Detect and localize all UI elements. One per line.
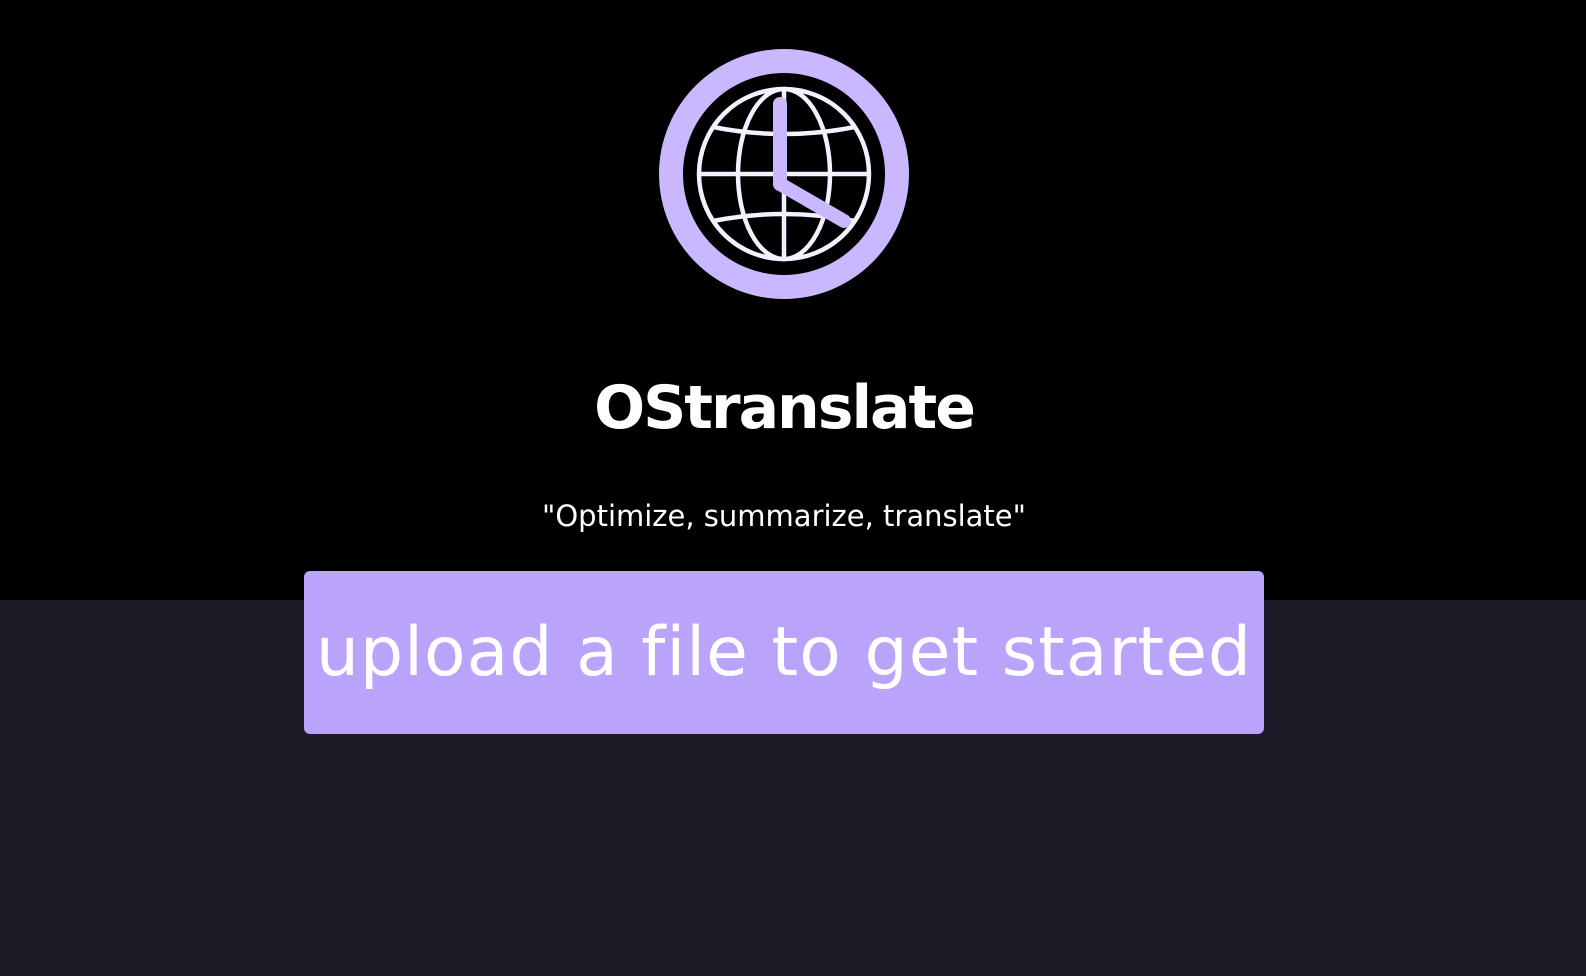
globe-clock-icon bbox=[659, 49, 909, 299]
upload-file-button[interactable]: upload a file to get started bbox=[304, 571, 1264, 734]
page: OStranslate "Optimize, summarize, transl… bbox=[0, 0, 1586, 976]
app-tagline: "Optimize, summarize, translate" bbox=[542, 499, 1026, 533]
app-title: OStranslate bbox=[594, 373, 976, 443]
